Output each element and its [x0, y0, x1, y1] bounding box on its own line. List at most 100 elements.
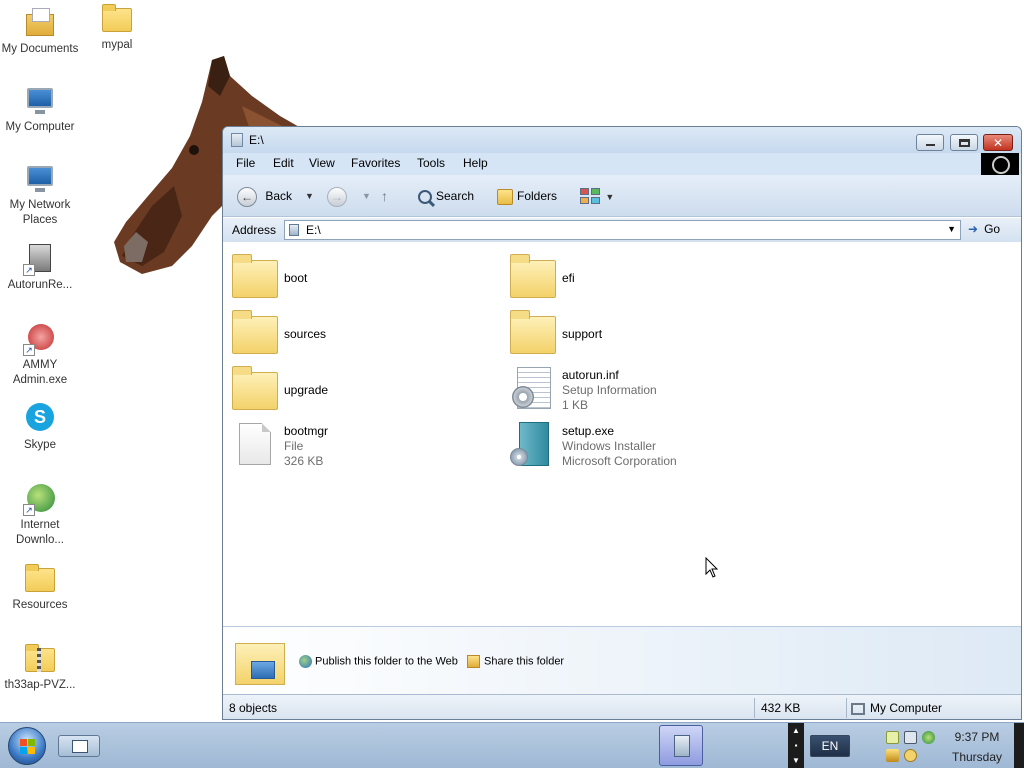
mouse-cursor-icon	[705, 557, 719, 578]
desktop-icon-th33ap-pvz[interactable]: th33ap-PVZ...	[0, 642, 80, 693]
go-label: Go	[984, 222, 1001, 236]
publish-folder-link[interactable]: Publish this folder to the Web	[299, 655, 458, 668]
status-zone: My Computer	[851, 701, 942, 715]
windows-installer-icon	[509, 420, 557, 468]
desktop-icon-internet-download[interactable]: ↗ Internet Downlo...	[0, 482, 80, 548]
menu-bar: File Edit View Favorites Tools Help	[223, 153, 1021, 175]
list-item-bootmgr[interactable]: bootmgr File 326 KB	[231, 418, 501, 470]
address-label: Address	[232, 223, 277, 237]
desktop-icon-my-computer[interactable]: My Computer	[0, 84, 80, 135]
taskbar: ▲ ▪ ▼ EN 9:37 PM Thursday	[0, 722, 1024, 768]
security-shield-icon[interactable]	[886, 749, 899, 762]
close-button[interactable]: ✕	[983, 134, 1013, 151]
list-item-setup-exe[interactable]: setup.exe Windows Installer Microsoft Co…	[509, 418, 779, 470]
list-item-boot[interactable]: boot	[231, 250, 501, 302]
setup-information-icon	[509, 364, 557, 412]
globe-icon	[299, 655, 312, 668]
globe-tray-icon[interactable]	[922, 731, 935, 744]
status-divider	[846, 698, 847, 718]
menu-tools[interactable]: Tools	[417, 156, 445, 170]
go-button[interactable]: ➜ Go	[968, 222, 1000, 236]
search-label: Search	[436, 189, 475, 203]
maximize-icon	[959, 139, 970, 147]
share-folder-icon	[467, 655, 480, 668]
list-item-efi[interactable]: efi	[509, 250, 779, 302]
item-name: setup.exe	[562, 424, 615, 438]
volume-icon[interactable]	[904, 749, 917, 762]
desktop-icon-resources[interactable]: Resources	[0, 562, 80, 613]
ammy-admin-icon: ↗	[23, 322, 57, 356]
views-button[interactable]: ▼	[580, 185, 614, 207]
forward-history-dropdown[interactable]: ▼	[362, 185, 371, 207]
menu-file[interactable]: File	[236, 156, 255, 170]
menu-edit[interactable]: Edit	[273, 156, 294, 170]
clock[interactable]: 9:37 PM Thursday	[944, 727, 1010, 767]
folders-icon	[497, 188, 513, 205]
scroll-down-icon[interactable]: ▼	[788, 753, 804, 768]
windows-throbber-logo	[981, 153, 1019, 175]
item-name: upgrade	[284, 383, 329, 397]
language-indicator[interactable]: EN	[810, 735, 850, 757]
taskbar-explorer-button[interactable]	[659, 725, 703, 766]
item-name: support	[562, 327, 603, 341]
desktop-icon-my-documents[interactable]: My Documents	[0, 6, 80, 57]
folder-icon	[231, 364, 279, 412]
desktop-icon-skype[interactable]: S Skype	[0, 402, 80, 453]
tray-app-icon[interactable]	[886, 731, 899, 744]
desktop-icon-autorunre[interactable]: ↗ AutorunRe...	[0, 242, 80, 293]
list-item-upgrade[interactable]: upgrade	[231, 362, 501, 414]
back-button[interactable]: ← Back	[237, 185, 292, 207]
publish-label: Publish this folder to the Web	[315, 655, 458, 668]
address-input[interactable]: E:\ ▼	[284, 220, 961, 240]
folder-icon	[100, 2, 134, 36]
forward-button[interactable]: →	[327, 185, 347, 207]
shortcut-arrow-icon: ↗	[23, 504, 35, 516]
zip-folder-icon	[23, 642, 57, 676]
item-type: File	[284, 439, 304, 453]
menu-favorites[interactable]: Favorites	[351, 156, 400, 170]
toolbar: ← Back ▼ → ▼ ↑ Search Folders ▼	[223, 175, 1021, 217]
folders-label: Folders	[517, 189, 558, 203]
list-item-sources[interactable]: sources	[231, 306, 501, 358]
desktop-icon-ammy-admin[interactable]: ↗ AMMY Admin.exe	[0, 322, 80, 388]
share-folder-link[interactable]: Share this folder	[467, 655, 564, 668]
scroll-up-icon[interactable]: ▲	[788, 723, 804, 738]
list-item-autorun-inf[interactable]: autorun.inf Setup Information 1 KB	[509, 362, 779, 414]
my-computer-icon	[851, 702, 865, 715]
search-button[interactable]: Search	[418, 185, 474, 207]
up-folder-button[interactable]: ↑	[381, 185, 388, 207]
close-icon: ✕	[993, 136, 1004, 150]
status-object-count: 8 objects	[229, 701, 278, 715]
computer-icon	[23, 84, 57, 118]
address-dropdown-icon[interactable]: ▼	[947, 224, 956, 234]
folders-button[interactable]: Folders	[497, 185, 557, 207]
title-bar[interactable]: E:\ ✕	[223, 127, 1021, 153]
skype-icon: S	[23, 402, 57, 436]
clock-time: 9:37 PM	[954, 730, 1000, 744]
network-tray-icon[interactable]	[904, 731, 917, 744]
folder-icon	[231, 308, 279, 356]
gear-icon	[512, 386, 534, 408]
desktop-icon-mypal[interactable]: mypal	[77, 2, 157, 53]
item-description: Windows Installer	[562, 439, 657, 453]
show-desktop-button[interactable]	[58, 735, 100, 757]
address-bar: Address E:\ ▼ ➜ Go	[223, 218, 1021, 242]
menu-view[interactable]: View	[309, 156, 335, 170]
views-dropdown-icon: ▼	[605, 192, 615, 202]
menu-help[interactable]: Help	[463, 156, 488, 170]
back-history-dropdown[interactable]: ▼	[305, 185, 314, 207]
desktop-icon-my-network-places[interactable]: My Network Places	[0, 162, 80, 228]
file-list[interactable]: boot efi sources support upgrade autorun…	[223, 242, 1021, 626]
list-item-support[interactable]: support	[509, 306, 779, 358]
network-icon	[23, 162, 57, 196]
item-name: sources	[284, 327, 327, 341]
clock-day: Thursday	[951, 750, 1003, 764]
taskbar-edge	[1014, 723, 1024, 768]
forward-arrow-icon: →	[327, 186, 347, 207]
taskbar-scroll-buttons[interactable]: ▲ ▪ ▼	[788, 723, 804, 768]
start-button[interactable]	[8, 727, 46, 765]
maximize-button[interactable]	[950, 134, 978, 151]
back-arrow-icon: ←	[237, 186, 257, 207]
minimize-button[interactable]	[916, 134, 944, 151]
shortcut-arrow-icon: ↗	[23, 344, 35, 356]
